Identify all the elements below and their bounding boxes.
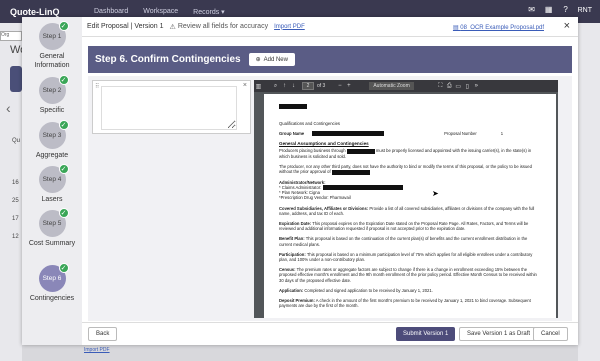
step-1-label: General Information <box>34 53 70 69</box>
tools-icon[interactable]: » <box>472 83 481 89</box>
step-1-circle: Step 1 ✓ <box>38 21 69 50</box>
zoom-select[interactable]: Automatic Zoom <box>369 82 414 90</box>
pdf-paragraph-expiration: Expiration Date: This proposal expires o… <box>279 221 529 232</box>
pdf-paragraph-benefit: Benefit Plan: This proposal is based on … <box>279 236 528 247</box>
redaction <box>279 104 307 110</box>
check-icon: ✓ <box>58 208 69 218</box>
mail-icon[interactable]: ✉ <box>527 5 537 15</box>
check-icon: ✓ <box>58 164 69 174</box>
grid-icon[interactable]: ▦ <box>544 5 554 15</box>
pdf-paragraph-producer-authority: The producer, nor any other third party,… <box>279 164 532 175</box>
add-new-button[interactable]: ⊕ Add New <box>248 53 295 66</box>
pdf-filename-link[interactable]: ▤ 08_OCR Example Proposal.pdf <box>453 24 544 31</box>
page-count: of 3 <box>317 83 326 89</box>
background-tab: Org <box>0 31 22 41</box>
background-card <box>10 66 22 92</box>
pdf-paragraph-producers: Producers placing business through must … <box>279 148 532 159</box>
nav-dashboard[interactable]: Dashboard <box>94 8 128 16</box>
check-icon: ✓ <box>58 21 69 31</box>
nav-records[interactable]: Records ▾ <box>193 8 225 16</box>
bookmark-icon[interactable]: ▯ <box>463 83 472 90</box>
step-2-label: Specific <box>39 107 65 114</box>
app-logo: Quote-LinQ <box>10 6 60 17</box>
zoom-in-icon[interactable]: + <box>344 83 353 89</box>
background-row-1: 16 <box>12 180 19 186</box>
step-3-label: Aggregate <box>35 152 69 159</box>
modal-title: Edit Proposal | Version 1 <box>87 23 164 30</box>
page-up-icon[interactable]: ↑ <box>280 83 289 89</box>
background-row-3: 17 <box>12 216 19 222</box>
step-sidebar: Step 1 ✓ General Information Step 2 ✓ Spec… <box>22 17 82 345</box>
print-icon[interactable]: ⎙ <box>445 83 454 90</box>
step-2[interactable]: Step 2 ✓ Specific <box>22 75 82 115</box>
cancel-button[interactable]: Cancel <box>533 327 568 341</box>
pdf-section-heading: General Assumptions and Contingencies <box>279 141 369 147</box>
check-icon: ✓ <box>58 263 69 273</box>
pdf-paragraph-covered: Covered Subsidiaries, Affiliates or Divi… <box>279 205 535 216</box>
step-title: Step 6. Confirm Contingencies <box>95 54 241 65</box>
save-icon[interactable]: ▭ <box>454 83 463 90</box>
present-icon[interactable]: ⛶ <box>436 83 445 90</box>
step-1[interactable]: Step 1 ✓ General Information <box>22 21 82 70</box>
step-3-circle: Step 3 ✓ <box>38 120 69 149</box>
edit-proposal-modal: Step 1 ✓ General Information Step 2 ✓ Spec… <box>22 17 578 345</box>
prev-arrow-icon: ‹ <box>6 100 11 116</box>
sidebar-toggle-icon[interactable]: ▥ <box>254 83 263 90</box>
search-icon[interactable]: ⌕ <box>271 83 280 90</box>
back-button[interactable]: Back <box>88 327 118 341</box>
help-icon[interactable]: ? <box>561 5 571 15</box>
modal-footer: Back Submit Version 1 Save Version 1 as … <box>82 322 578 345</box>
step-3[interactable]: Step 3 ✓ Aggregate <box>22 120 82 160</box>
step-band: Step 6. Confirm Contingencies ⊕ Add New <box>88 46 572 73</box>
background-q: Qu <box>12 138 21 144</box>
nav-workspace[interactable]: Workspace <box>143 8 178 16</box>
mouse-cursor-icon: ➤ <box>432 189 439 198</box>
import-pdf-link[interactable]: Import PDF <box>274 24 305 30</box>
background-row-4: 12 <box>12 234 19 240</box>
step-4-label: Lasers <box>41 196 63 203</box>
plus-icon: ⊕ <box>255 57 261 63</box>
step-2-circle: Step 2 ✓ <box>38 75 69 104</box>
save-draft-button[interactable]: Save Version 1 as Draft <box>459 327 539 341</box>
step-6-circle: Step 6 ✓ <box>38 263 69 292</box>
warning-icon: ⚠ <box>169 23 176 31</box>
zoom-out-icon[interactable]: − <box>335 83 344 89</box>
background-right <box>578 23 600 361</box>
contingency-textarea[interactable] <box>101 86 237 130</box>
close-icon[interactable]: × <box>564 20 570 32</box>
drag-handle-icon[interactable]: ⠿ <box>95 83 99 90</box>
step-5-label: Cost Summary <box>28 240 76 247</box>
review-notice: ⚠ Review all fields for accuracy <box>169 23 269 31</box>
step-content: ⠿ × ▥ ⌕ ↑ ↓ 2 of 3 − + Automatic Zoom ⛶ … <box>88 76 572 321</box>
pdf-page: Qualifications and Contingencies Group N… <box>264 94 556 318</box>
page-number-input[interactable]: 2 <box>302 82 314 90</box>
background-row-2: 25 <box>12 198 19 204</box>
card-close-icon[interactable]: × <box>243 82 247 89</box>
user-menu[interactable]: RNT <box>578 7 592 14</box>
submit-version-button[interactable]: Submit Version 1 <box>396 327 456 341</box>
check-icon: ✓ <box>58 120 69 130</box>
step-5[interactable]: Step 5 ✓ Cost Summary <box>22 208 82 248</box>
pdf-viewer: ▥ ⌕ ↑ ↓ 2 of 3 − + Automatic Zoom ⛶ ⎙ ▭ … <box>254 80 558 318</box>
modal-header: Edit Proposal | Version 1 ⚠ Review all fi… <box>82 17 578 37</box>
pdf-toolbar: ▥ ⌕ ↑ ↓ 2 of 3 − + Automatic Zoom ⛶ ⎙ ▭ … <box>254 80 558 92</box>
step-6-label: Contingencies <box>29 295 75 302</box>
page-down-icon[interactable]: ↓ <box>289 83 298 89</box>
contingency-card: ⠿ × <box>92 80 251 134</box>
check-icon: ✓ <box>58 75 69 85</box>
pdf-group-row: Group Name Proposal Number 1 <box>279 131 504 137</box>
step-4[interactable]: Step 4 ✓ Lasers <box>22 164 82 204</box>
pdf-paragraph-deposit: Deposit Premium: A check in the amount o… <box>279 298 531 309</box>
step-4-circle: Step 4 ✓ <box>38 164 69 193</box>
pdf-paragraph-census: Census: The premium rates or aggregate f… <box>279 267 537 283</box>
pdf-paragraph-participation: Participation: This proposal is based on… <box>279 251 533 263</box>
step-5-circle: Step 5 ✓ <box>38 208 69 237</box>
step-6[interactable]: Step 6 ✓ Contingencies <box>22 263 82 303</box>
background-import-link[interactable]: Import PDF <box>84 347 110 353</box>
